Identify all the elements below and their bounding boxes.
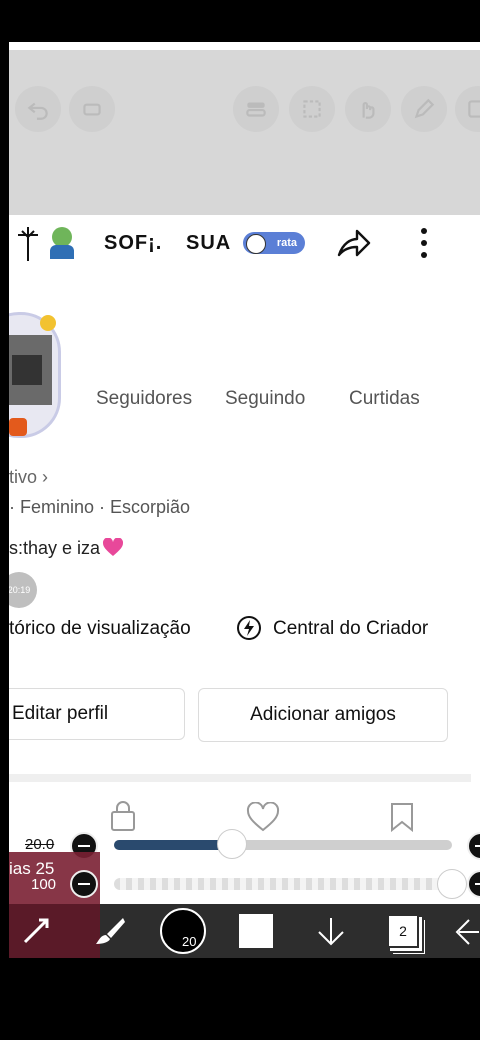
badge-label: rata [276,237,297,249]
lightning-icon [237,616,261,640]
slider2-value: 100 [31,876,57,893]
time-badge-label: 20:19 [9,585,31,595]
image-button[interactable] [455,86,480,132]
image-icon [468,100,480,118]
profile-name-bar: SOF¡. SUA rata [9,215,480,271]
brush-sliders: 20.0 ias 25 100 [9,828,480,904]
hand-button[interactable] [345,86,391,132]
undo-icon [27,102,48,120]
zombie-emoji-icon [47,227,77,259]
arrow-left-icon[interactable] [455,914,480,950]
slider1-value: 20.0 [25,836,55,853]
slider2-thumb[interactable] [437,869,467,899]
eraser-icon [83,103,101,116]
view-history-link[interactable]: tórico de visualização [9,618,191,640]
add-friends-button[interactable]: Adicionar amigos [198,688,448,742]
sun-icon [40,315,56,331]
divider [9,774,471,782]
editor-bottom-bar: 20 2 [9,904,480,958]
edit-profile-label: Editar perfil [12,703,109,724]
slider2-decrease-button[interactable] [70,870,98,898]
profile-name-2: SUA [186,232,232,254]
toggle-icon [246,102,266,117]
transform-icon[interactable] [19,914,53,948]
avatar-decoration [9,418,27,436]
pen-button[interactable] [401,86,447,132]
color-picker-button[interactable]: 20 [160,908,206,954]
cursor-dot-icon [246,234,266,254]
creator-center-link[interactable]: Central do Criador [273,618,428,640]
bio-text: s:thay e iza [9,538,101,558]
hand-icon [362,102,375,119]
add-friends-label: Adicionar amigos [250,704,396,725]
slider2-track[interactable] [114,869,467,899]
badge[interactable]: rata [243,232,305,254]
layers-button[interactable]: 2 [387,914,419,948]
followers-label[interactable]: Seguidores [96,388,192,410]
following-label[interactable]: Seguindo [225,388,305,410]
pencil-icon [414,98,435,119]
share-icon[interactable] [335,225,373,261]
slider2-increase-button[interactable] [467,870,480,898]
more-options-icon[interactable] [415,225,433,261]
brush-size-label: 20 [182,934,197,949]
slider1-fill [114,840,233,850]
layer-settings-button[interactable] [233,86,279,132]
layer-count: 2 [399,923,407,939]
symbol-icon [18,227,38,261]
secondary-color-button[interactable] [239,914,273,948]
slider1-increase-button[interactable] [467,832,480,860]
time-badge: 20:19 [9,572,37,608]
editor-toolbar [9,50,480,215]
profile-details: · Feminino · Escorpião [9,497,191,517]
profile-name-1: SOF¡. [104,232,163,254]
clear-button[interactable] [69,86,115,132]
selection-icon [303,100,321,118]
brush-icon[interactable] [93,914,127,948]
heart-emoji-icon [102,538,124,556]
active-link[interactable]: tivo › [9,467,48,488]
arrow-down-icon[interactable] [315,914,347,950]
app-screen: SOF¡. SUA rata Seguidores Seguindo Curti… [9,42,480,958]
slider1-track[interactable] [114,829,452,859]
edit-profile-button[interactable]: Editar perfil [9,688,185,740]
select-button[interactable] [289,86,335,132]
slider1-thumb[interactable] [217,829,248,859]
likes-label[interactable]: Curtidas [349,388,420,410]
undo-button[interactable] [15,86,61,132]
